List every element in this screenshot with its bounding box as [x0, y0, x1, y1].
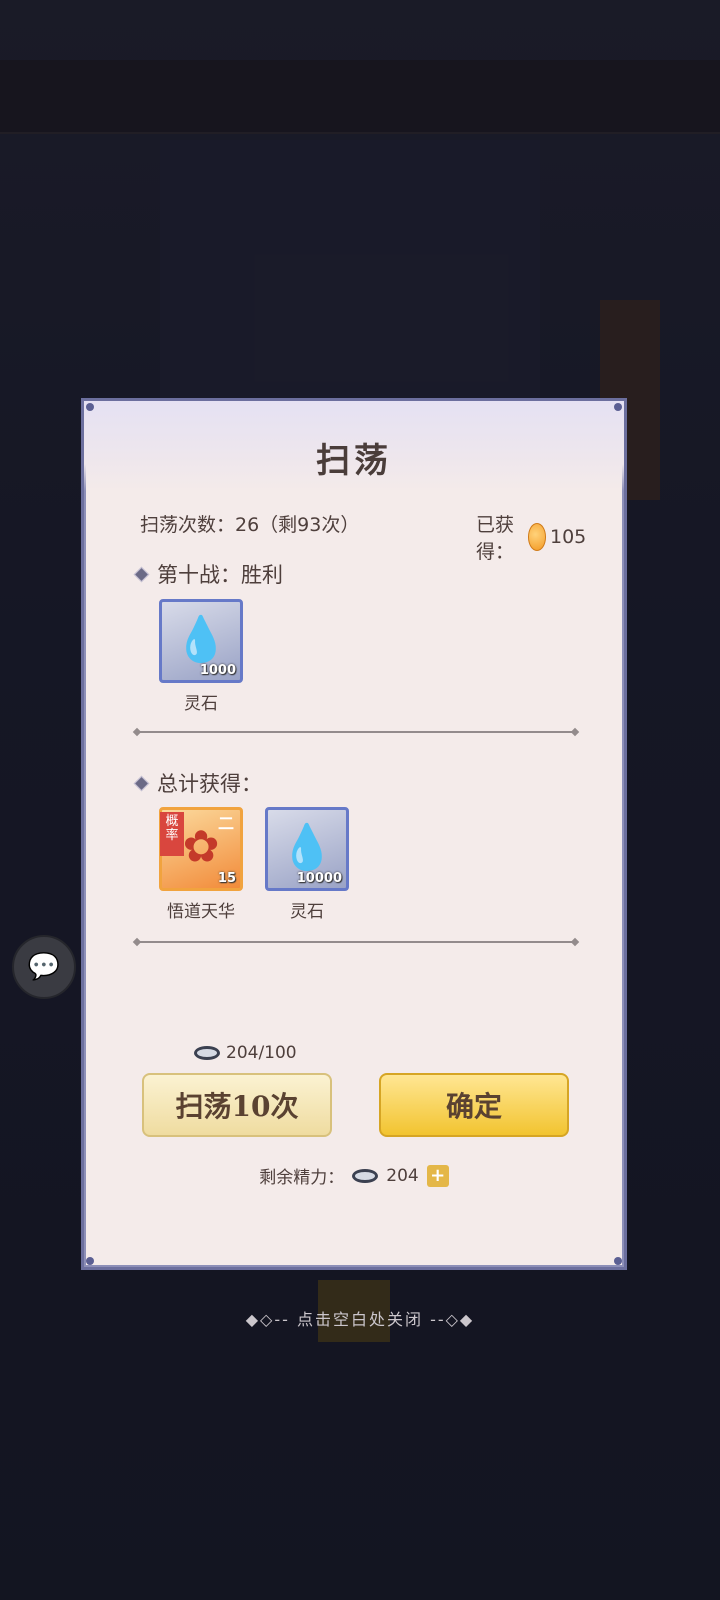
total-obtained-label: 总计获得：	[157, 772, 262, 796]
corner-ornament	[614, 1257, 622, 1265]
chat-icon: 💬	[27, 952, 61, 982]
obtained-label: 已获得：	[476, 514, 515, 563]
item-name: 悟道天华	[167, 902, 235, 922]
energy-value: 204	[386, 1165, 419, 1186]
spirit-stone-icon: 💧	[173, 614, 229, 666]
item-name: 灵石	[290, 902, 324, 922]
stamina-ring-icon	[352, 1168, 379, 1183]
obtained-value: 105	[550, 526, 587, 548]
energy-label: 剩余精力：	[259, 1168, 345, 1188]
sweep-cost-value: 204/100	[226, 1043, 297, 1063]
reward-tile: ✿ 概率 二 15	[159, 807, 243, 891]
sweep-cost: 204/100	[194, 1043, 297, 1063]
sweep-10-button[interactable]: 扫荡10次	[142, 1073, 332, 1137]
coin-icon	[527, 523, 546, 551]
diamond-bullet-icon	[133, 775, 150, 791]
battle-result-label: 第十战：胜利	[157, 563, 283, 587]
probability-badge: 概率	[160, 812, 184, 856]
add-energy-icon[interactable]: +	[426, 1164, 449, 1187]
tap-to-close-hint: ◆◇-- 点击空白处关闭 --◇◆	[245, 1310, 475, 1329]
reward-item[interactable]: ✿ 概率 二 15 悟道天华	[156, 807, 246, 922]
item-rank: 二	[217, 814, 234, 833]
item-name: 灵石	[184, 694, 218, 714]
corner-ornament	[86, 403, 94, 411]
reward-tile: 💧 1000	[159, 599, 243, 683]
obtained-reward: 已获得： 105	[476, 510, 586, 564]
corner-ornament	[86, 1257, 94, 1265]
reward-tile: 💧 10000	[265, 807, 349, 891]
sweep-count: 扫荡次数：26（剩93次）	[140, 514, 360, 536]
reward-item[interactable]: 💧 1000 灵石	[156, 599, 246, 714]
diamond-bullet-icon	[133, 566, 150, 582]
corner-ornament	[614, 403, 622, 411]
total-obtained-heading: 总计获得：	[133, 768, 262, 798]
spirit-stone-icon: 💧	[279, 822, 335, 874]
remaining-energy: 剩余精力： 204 +	[84, 1163, 624, 1188]
battle-result-heading: 第十战：胜利	[133, 559, 283, 589]
stamina-ring-icon	[194, 1046, 220, 1060]
confirm-button[interactable]: 确定	[379, 1073, 569, 1137]
sweep-dialog: 扫荡 扫荡次数：26（剩93次） 已获得： 105 第十战：胜利 💧 1000 …	[81, 398, 627, 1270]
sweep-info-row: 扫荡次数：26（剩93次） 已获得： 105	[140, 510, 586, 563]
reward-item[interactable]: 💧 10000 灵石	[262, 807, 352, 922]
item-quantity: 1000	[199, 663, 236, 678]
section-divider	[137, 941, 575, 943]
item-quantity: 10000	[296, 871, 342, 886]
item-quantity: 15	[217, 871, 236, 886]
enlightenment-flower-icon: ✿	[182, 821, 220, 873]
section-divider	[137, 731, 575, 733]
dialog-title: 扫荡	[316, 441, 392, 481]
chat-button[interactable]: 💬	[12, 935, 76, 999]
